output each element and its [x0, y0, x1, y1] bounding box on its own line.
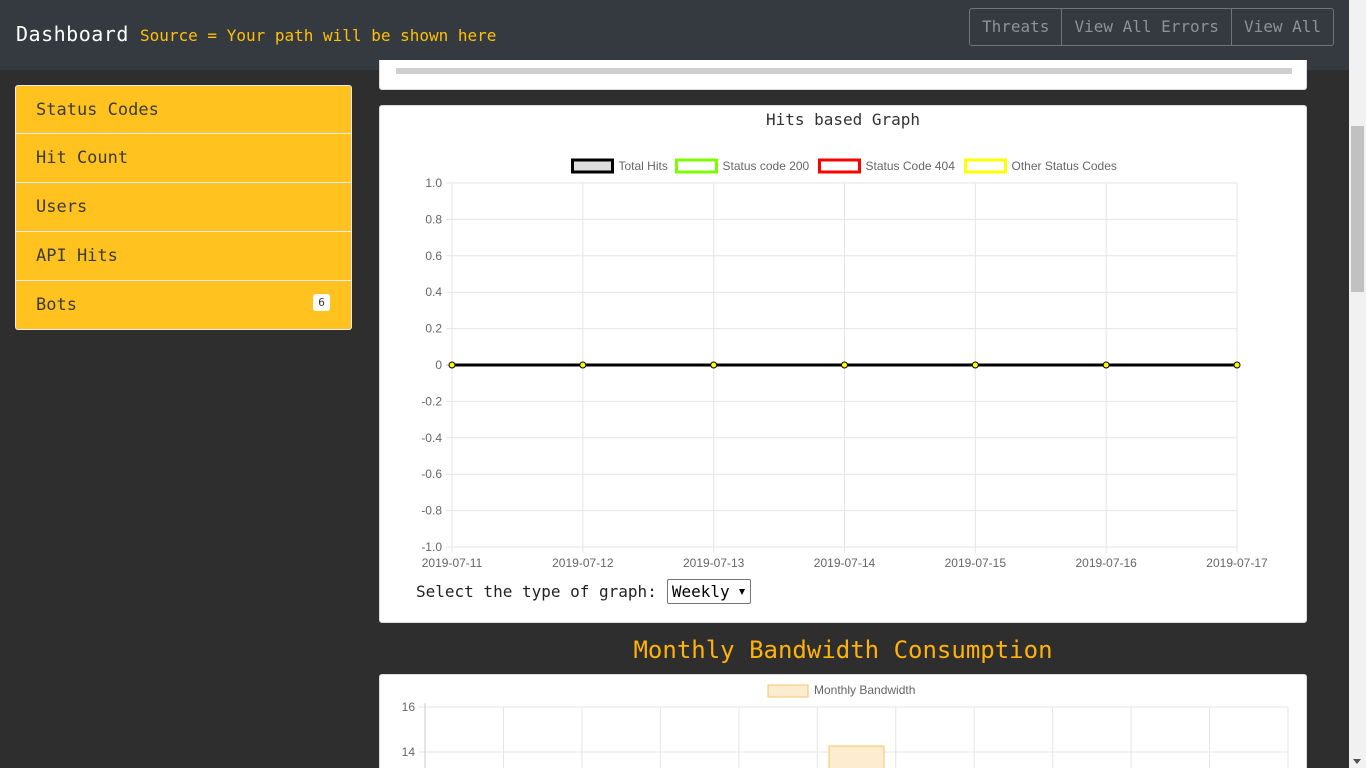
graph-type-row: Select the type of graph: Weekly [416, 578, 751, 604]
x-tick-label: 2019-07-11 [422, 556, 483, 570]
view-all-button[interactable]: View All [1232, 9, 1333, 45]
y-tick-label: 0.6 [425, 249, 442, 263]
bandwidth-chart-card: Monthly Bandwidth 16 14 [379, 674, 1307, 768]
x-tick-label: 2019-07-17 [1206, 556, 1268, 570]
legend-label: Other Status Codes [1012, 159, 1117, 173]
y-tick-label: 0.8 [425, 212, 442, 226]
sidebar-item-label: Bots [36, 295, 77, 315]
sidebar-item-status-codes[interactable]: Status Codes [15, 85, 352, 134]
graph-type-label: Select the type of graph: [416, 581, 657, 601]
data-point [448, 361, 456, 369]
brand-title[interactable]: Dashboard [16, 22, 129, 46]
y-tick-label: 0.4 [425, 285, 442, 299]
legend-label: Total Hits [619, 159, 668, 173]
dropdown-arrow-icon [738, 588, 745, 595]
legend-label: Monthly Bandwidth [814, 683, 915, 697]
horizontal-scrollbar-track[interactable] [396, 68, 1292, 74]
y-tick-label: 1.0 [425, 176, 442, 190]
view-all-errors-button[interactable]: View All Errors [1062, 9, 1232, 45]
x-tick-label: 2019-07-14 [814, 556, 876, 570]
scroll-down-arrow-icon[interactable] [1353, 759, 1361, 764]
data-point [1233, 361, 1241, 369]
previous-card-bottom [379, 60, 1307, 90]
sidebar-item-api-hits[interactable]: API Hits [15, 232, 352, 281]
y-tick-label: -1.0 [421, 540, 442, 554]
y-tick-label: 14 [402, 745, 416, 759]
y-tick-label: -0.8 [421, 504, 442, 518]
bandwidth-section-title: Monthly Bandwidth Consumption [633, 636, 1053, 664]
bar [828, 745, 885, 768]
bandwidth-bar-chart: Monthly Bandwidth 16 14 [402, 683, 1289, 768]
x-tick-label: 2019-07-16 [1075, 556, 1137, 570]
sidebar-item-label: Users [36, 197, 88, 217]
sidebar-item-label: API Hits [36, 246, 118, 266]
page-scrollbar[interactable] [1349, 0, 1366, 768]
legend-swatch [818, 158, 861, 174]
sidebar-item-label: Hit Count [36, 148, 129, 168]
y-tick-label: -0.2 [421, 394, 442, 408]
scrollbar-thumb[interactable] [1351, 126, 1364, 292]
data-point [710, 361, 718, 369]
data-point [579, 361, 587, 369]
sidebar: Status Codes Hit Count Users API Hits Bo… [15, 85, 352, 330]
legend-swatch [964, 158, 1007, 174]
source-path-text: Source = Your path will be shown here [140, 26, 497, 45]
graph-type-select[interactable]: Weekly [666, 578, 751, 604]
nav-button-group: Threats View All Errors View All [969, 8, 1334, 46]
legend-label: Status Code 404 [866, 159, 956, 173]
x-tick-label: 2019-07-15 [945, 556, 1007, 570]
legend-swatch [675, 158, 718, 174]
graph-type-selected-value: Weekly [671, 581, 730, 601]
legend-swatch [571, 158, 614, 174]
y-tick-label: 0 [435, 358, 442, 372]
legend-swatch [767, 684, 809, 698]
hits-graph-card: Hits based Graph Total Hits Status code 2… [379, 105, 1307, 623]
data-point [1102, 361, 1110, 369]
y-tick-label: 16 [402, 700, 416, 714]
data-point [841, 361, 848, 369]
hits-line-chart: Total Hits Status code 200 Status Code 404… [421, 158, 1268, 570]
y-tick-label: 0.2 [425, 322, 442, 336]
bots-count-badge: 6 [313, 294, 330, 311]
sidebar-item-label: Status Codes [36, 100, 159, 120]
sidebar-item-hit-count[interactable]: Hit Count [15, 134, 352, 183]
data-point [971, 361, 979, 369]
x-tick-label: 2019-07-13 [683, 556, 745, 570]
y-tick-label: -0.6 [421, 467, 442, 481]
x-tick-label: 2019-07-12 [552, 556, 614, 570]
y-tick-label: -0.4 [421, 431, 442, 445]
legend-label: Status code 200 [723, 159, 810, 173]
sidebar-item-bots[interactable]: Bots 6 [15, 281, 352, 330]
sidebar-item-users[interactable]: Users [15, 183, 352, 232]
threats-button[interactable]: Threats [970, 9, 1063, 45]
